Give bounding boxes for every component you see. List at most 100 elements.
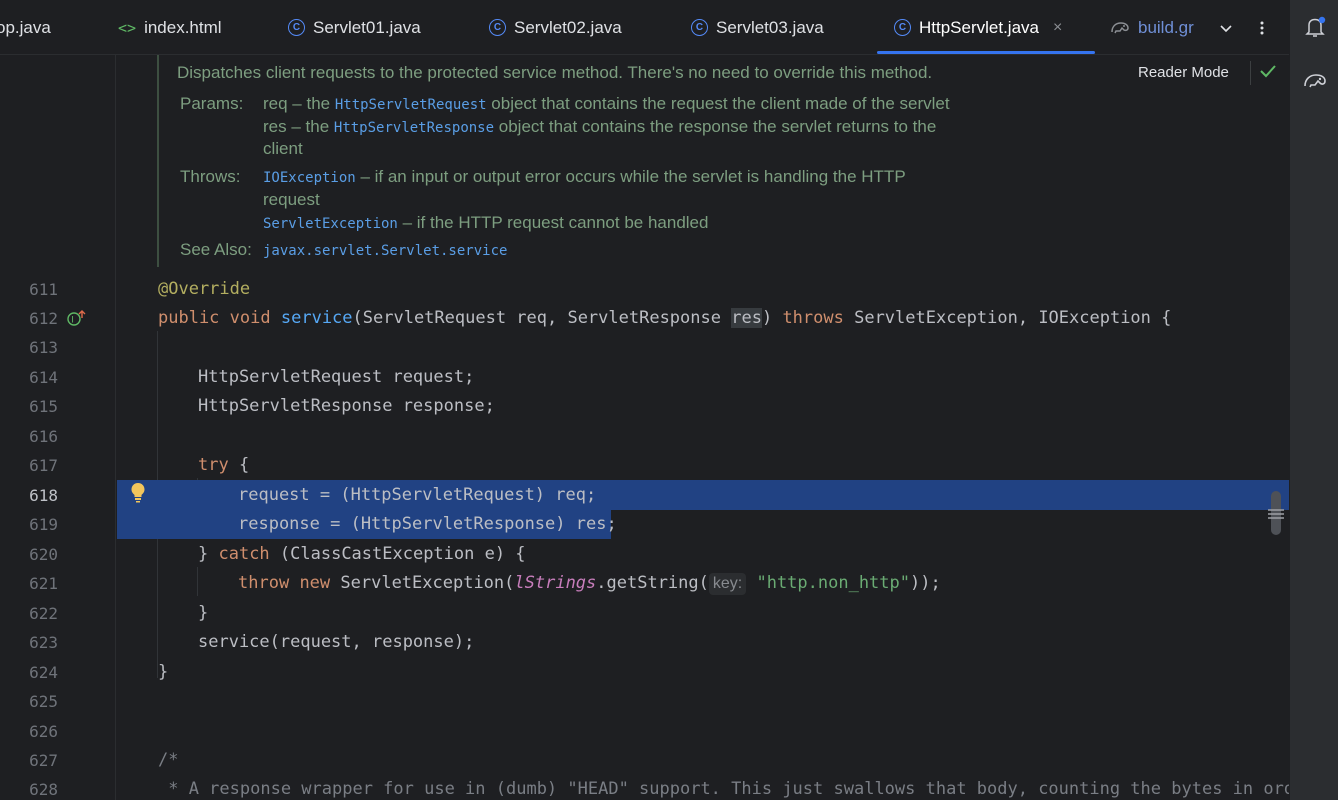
lightbulb-icon[interactable] [130,482,146,504]
doc-param-res: res – the HttpServletResponse object tha… [263,117,936,137]
code-line-611: @Override [158,279,251,299]
doc-throw-cont: request [263,190,320,209]
keyword: catch [218,544,270,564]
java-class-icon: C [894,19,911,36]
tab-label: Servlet03.java [716,17,824,37]
code-text: ) [761,308,783,328]
code-line-620: } catch (ClassCastException e) { [198,540,526,569]
doc-throws-label: Throws: [180,167,241,186]
tab-servlet01[interactable]: C Servlet01.java [288,0,421,54]
code-line-619: response = (HttpServletResponse) res; [238,514,617,534]
doc-throw-servletexception: ServletException – if the HTTP request c… [263,213,708,233]
tab-label: Servlet02.java [514,17,622,37]
tab-op-java[interactable]: op.java [0,0,51,54]
param-dash: – the [286,117,334,136]
doc-type-link[interactable]: ServletException [263,216,398,232]
string-literal: "http.non_http" [756,573,910,593]
see-also-link[interactable]: javax.servlet.Servlet.service [263,243,507,259]
line-number: 621 [29,574,58,593]
checkmark-icon[interactable] [1259,63,1277,84]
tab-build-gradle[interactable]: build.gr [1110,0,1194,54]
param-desc: object that contains the request the cli… [486,94,950,113]
throw-desc: – if an input or output error occurs whi… [355,167,906,186]
doc-see-also-label: See Also: [180,240,252,259]
right-tool-strip [1289,0,1338,800]
code-line-624: } [158,662,169,682]
doc-summary: Dispatches client requests to the protec… [177,63,933,82]
tab-servlet02[interactable]: C Servlet02.java [489,0,622,54]
rendered-javadoc: Dispatches client requests to the protec… [157,55,1157,267]
more-vertical-icon[interactable] [1254,0,1270,54]
line-number-gutter: 611 612 I 613 614 615 616 617 618 619 62… [0,55,116,800]
static-field: lStrings [514,573,597,593]
code-line-615: HttpServletResponse response; [198,396,495,416]
gradle-icon [1110,20,1130,36]
code-text: (ClassCastException e) { [269,544,526,564]
line-number: 627 [29,751,58,770]
code-line-621: throw new ServletException(lStrings.getS… [238,569,941,598]
line-number: 612 [29,309,58,328]
code-text: } [198,544,219,564]
code-text: (ServletRequest req, ServletResponse [352,308,732,328]
line-number: 626 [29,722,58,741]
tab-label: Servlet01.java [313,17,421,37]
notifications-icon[interactable] [1302,14,1328,40]
separator [1250,61,1251,85]
tab-servlet03[interactable]: C Servlet03.java [691,0,824,54]
throw-desc: – if the HTTP request cannot be handled [397,213,709,232]
code-line-623: service(request, response); [198,632,475,652]
code-text: ServletException( [330,573,515,593]
line-number: 617 [29,456,58,475]
line-number: 622 [29,604,58,623]
code-text: ServletException, IOException { [843,308,1172,328]
highlighted-reference: res [731,308,762,328]
line-number: 628 [29,780,58,799]
code-line-628: * A response wrapper for use in (dumb) "… [158,779,1289,799]
code-line-617: try { [198,451,249,480]
svg-text:I: I [71,316,74,326]
tab-label: op.java [0,17,51,37]
keyword: new [299,573,331,593]
param-name: req [263,94,288,113]
close-icon[interactable]: × [1053,19,1062,37]
reader-mode-toggle[interactable]: Reader Mode [1138,64,1229,81]
html-file-icon: <> [118,18,137,37]
java-class-icon: C [288,19,305,36]
line-number: 619 [29,515,58,534]
code-line-627: /* [158,750,179,770]
active-tab-indicator [877,51,1095,54]
implements-method-icon[interactable]: I [66,309,88,332]
line-number: 624 [29,663,58,682]
param-desc: object that contains the response the se… [494,117,937,136]
line-number: 615 [29,397,58,416]
tab-httpservlet[interactable]: C HttpServlet.java × [894,0,1062,54]
chevron-down-icon[interactable] [1218,0,1234,54]
code-text: )); [910,573,941,593]
gradle-tool-icon[interactable] [1302,68,1328,94]
doc-throw-ioexception: IOException – if an input or output erro… [263,167,906,187]
keyword: throws [782,308,844,328]
doc-param-res-cont: client [263,139,303,158]
scroll-markers-icon [1267,507,1285,521]
tab-index-html[interactable]: <> index.html [118,0,222,54]
code-line-614: HttpServletRequest request; [198,367,475,387]
code-editor[interactable]: Dispatches client requests to the protec… [117,55,1289,800]
line-number: 625 [29,692,58,711]
keyword: try [198,455,229,475]
tab-label: index.html [144,17,222,37]
code-line-618: request = (HttpServletRequest) req; [238,485,597,505]
code-text: { [228,455,250,475]
line-number: 623 [29,633,58,652]
java-class-icon: C [489,19,506,36]
doc-type-link[interactable]: HttpServletRequest [335,97,487,113]
code-line-622: } [198,603,209,623]
editor-tab-bar: op.java <> index.html C Servlet01.java C… [0,0,1289,55]
doc-type-link[interactable]: IOException [263,170,356,186]
doc-type-link[interactable]: HttpServletResponse [334,120,494,136]
line-number: 616 [29,427,58,446]
tab-label: build.gr [1138,17,1194,37]
param-name: res [263,117,287,136]
doc-see-also: javax.servlet.Servlet.service [263,240,507,260]
code-line-612: public void service(ServletRequest req, … [158,304,1171,333]
line-number: 614 [29,368,58,387]
